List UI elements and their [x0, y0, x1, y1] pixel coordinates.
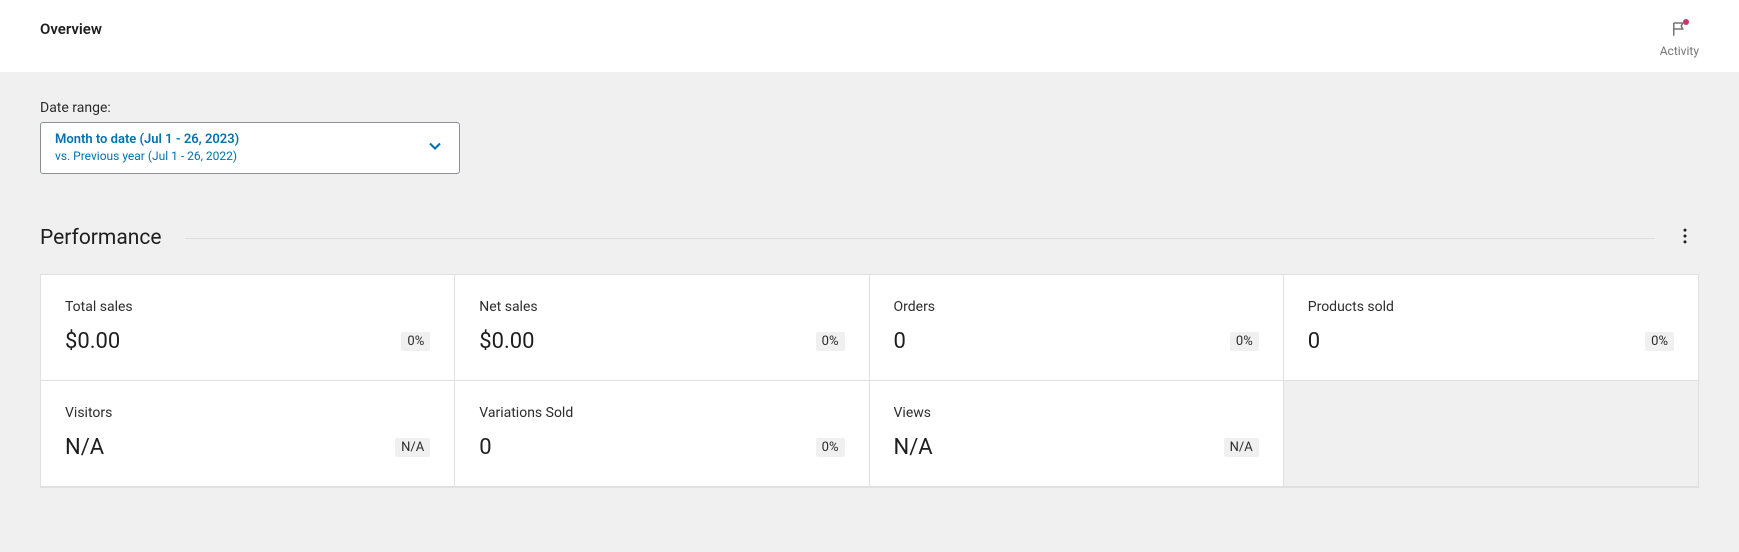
section-divider: [185, 238, 1655, 239]
metric-value: N/A: [65, 435, 104, 460]
metric-value-row: N/A N/A: [894, 435, 1259, 460]
metric-value-row: N/A N/A: [65, 435, 430, 460]
metric-card-visitors[interactable]: Visitors N/A N/A: [41, 381, 455, 487]
date-range-primary: Month to date (Jul 1 - 26, 2023): [55, 132, 239, 149]
metric-card-variations-sold[interactable]: Variations Sold 0 0%: [455, 381, 869, 487]
metric-value: N/A: [894, 435, 933, 460]
metric-delta: 0%: [816, 438, 845, 457]
metric-value-row: 0 0%: [1308, 329, 1674, 354]
date-range-picker[interactable]: Month to date (Jul 1 - 26, 2023) vs. Pre…: [40, 122, 460, 174]
metric-delta: 0%: [1230, 332, 1259, 351]
performance-section-header: Performance: [40, 222, 1699, 254]
date-range-label: Date range:: [40, 100, 1699, 116]
metric-label: Visitors: [65, 405, 430, 421]
metric-value: 0: [479, 435, 491, 460]
date-range-secondary: vs. Previous year (Jul 1 - 26, 2022): [55, 149, 239, 165]
metric-label: Products sold: [1308, 299, 1674, 315]
metric-card-views[interactable]: Views N/A N/A: [870, 381, 1284, 487]
page-title: Overview: [40, 20, 102, 38]
metric-label: Variations Sold: [479, 405, 844, 421]
chevron-down-icon: [425, 136, 445, 160]
metric-value: 0: [1308, 329, 1320, 354]
metric-delta: 0%: [816, 332, 845, 351]
metric-value-row: $0.00 0%: [65, 329, 430, 354]
content-area: Date range: Month to date (Jul 1 - 26, 2…: [0, 72, 1739, 552]
metric-value-row: 0 0%: [894, 329, 1259, 354]
metric-value: $0.00: [65, 329, 120, 354]
metric-label: Net sales: [479, 299, 844, 315]
performance-metrics-grid: Total sales $0.00 0% Net sales $0.00 0% …: [40, 274, 1699, 488]
kebab-menu-button[interactable]: [1671, 222, 1699, 254]
metric-delta: N/A: [1224, 438, 1259, 457]
page-header: Overview Activity: [0, 0, 1739, 72]
metric-label: Orders: [894, 299, 1259, 315]
metric-value-row: $0.00 0%: [479, 329, 844, 354]
metric-delta: 0%: [1645, 332, 1674, 351]
metric-value-row: 0 0%: [479, 435, 844, 460]
date-range-text: Month to date (Jul 1 - 26, 2023) vs. Pre…: [55, 132, 239, 164]
flag-icon: [1670, 20, 1688, 42]
activity-button[interactable]: Activity: [1660, 20, 1699, 58]
metric-card-total-sales[interactable]: Total sales $0.00 0%: [41, 275, 455, 381]
metric-label: Total sales: [65, 299, 430, 315]
metric-label: Views: [894, 405, 1259, 421]
performance-section-title: Performance: [40, 226, 161, 250]
metric-card-products-sold[interactable]: Products sold 0 0%: [1284, 275, 1698, 381]
metric-delta: 0%: [401, 332, 430, 351]
metric-delta: N/A: [395, 438, 430, 457]
notification-dot-icon: [1683, 19, 1689, 25]
metric-card-net-sales[interactable]: Net sales $0.00 0%: [455, 275, 869, 381]
metric-card-orders[interactable]: Orders 0 0%: [870, 275, 1284, 381]
metric-value: 0: [894, 329, 906, 354]
activity-label: Activity: [1660, 44, 1699, 58]
metric-card-empty: [1284, 381, 1698, 487]
metric-value: $0.00: [479, 329, 534, 354]
